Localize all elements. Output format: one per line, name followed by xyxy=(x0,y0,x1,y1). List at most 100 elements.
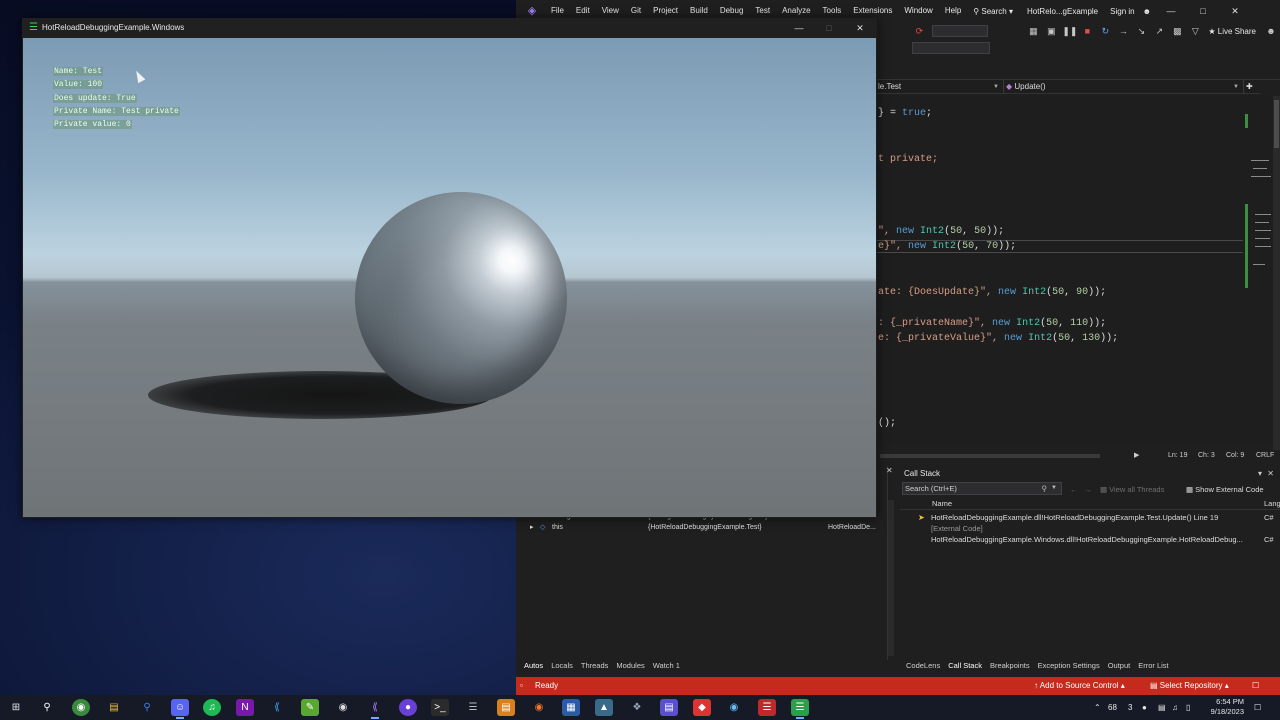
tab-codelens[interactable]: CodeLens xyxy=(902,660,944,672)
live-share-button[interactable]: ★ Live Share xyxy=(1208,27,1256,36)
vscode-icon[interactable]: ⟪ xyxy=(268,699,286,716)
visual-studio-code-app-icon[interactable]: ▤ xyxy=(660,699,678,716)
add-to-source-control-button[interactable]: ↑ Add to Source Control ▴ xyxy=(1034,677,1125,695)
nav-member-dropdown[interactable]: ◆ Update() ▼ xyxy=(1004,80,1244,94)
blender-icon[interactable]: ◉ xyxy=(530,699,548,716)
vs-close-button[interactable]: ✕ xyxy=(1219,6,1251,17)
github-icon[interactable]: ◉ xyxy=(334,699,352,716)
toolbar-more-icon[interactable]: ▽ xyxy=(1188,24,1202,38)
autos-scrollbar[interactable] xyxy=(888,500,894,656)
chevron-down-icon[interactable]: ▼ xyxy=(1051,483,1057,494)
restart-icon[interactable]: ⟳ xyxy=(912,24,926,38)
close-icon[interactable]: ✕ xyxy=(1267,468,1274,480)
editor-vertical-scrollbar[interactable] xyxy=(1273,96,1280,452)
image-viewer-icon[interactable]: ▲ xyxy=(595,699,613,716)
code-minimap[interactable] xyxy=(1243,96,1273,442)
app-minimize-button[interactable]: — xyxy=(784,18,814,38)
start-windows-icon[interactable]: ⊞ xyxy=(7,699,25,716)
column-lang[interactable]: Lang xyxy=(1264,498,1280,510)
call-stack-row[interactable]: HotReloadDebuggingExample.Windows.dll!Ho… xyxy=(900,534,1280,545)
3d-scene-viewport[interactable]: Name: Test Value: 100 Does update: True … xyxy=(23,38,876,517)
tab-breakpoints[interactable]: Breakpoints xyxy=(986,660,1034,672)
expand-icon[interactable]: ▸ xyxy=(530,522,534,533)
editor-horizontal-scrollbar[interactable] xyxy=(880,454,1100,458)
vs-search-button[interactable]: ⚲ Search ▾ xyxy=(967,7,1019,16)
step-icon[interactable]: → xyxy=(1116,24,1130,38)
red-game-app-icon[interactable]: ◆ xyxy=(693,699,711,716)
step-out-icon[interactable]: ↗ xyxy=(1152,24,1166,38)
microphone-icon[interactable]: ● xyxy=(1142,695,1147,720)
view-all-threads-button[interactable]: ▦ View all Threads xyxy=(1100,484,1164,495)
toolbar-dropdown[interactable] xyxy=(932,25,989,37)
onenote-icon[interactable]: N xyxy=(236,699,254,716)
tab-error-list[interactable]: Error List xyxy=(1134,660,1172,672)
tab-autos[interactable]: Autos xyxy=(520,660,547,672)
toolbar-window-icon[interactable]: ▣ xyxy=(1044,24,1058,38)
toolbar-layout-icon[interactable]: ▦ xyxy=(1026,24,1040,38)
pause-icon[interactable]: ❚❚ xyxy=(1062,24,1077,38)
pin-icon[interactable]: ▾ xyxy=(1258,468,1262,480)
app-close-button[interactable]: ✕ xyxy=(845,18,875,38)
notepad-plus-icon[interactable]: ✎ xyxy=(301,699,319,716)
autos-close-icon[interactable]: ✕ xyxy=(886,466,896,478)
search-icon[interactable]: ⚲ xyxy=(1042,483,1048,494)
weather-temp[interactable]: 68 xyxy=(1108,695,1117,720)
menu-window[interactable]: Window xyxy=(898,0,938,22)
maps-icon[interactable]: ⚲ xyxy=(138,699,156,716)
search-icon[interactable]: ⚲ xyxy=(38,699,56,716)
notes-app-icon[interactable]: ▤ xyxy=(497,699,515,716)
call-stack-row[interactable]: ➤ HotReloadDebuggingExample.dll!HotReloa… xyxy=(900,512,1280,523)
volume-icon[interactable]: ♫ xyxy=(1172,695,1178,720)
file-explorer-icon[interactable]: ▤ xyxy=(105,699,123,716)
toolbar-secondary-dropdown[interactable] xyxy=(912,42,990,54)
spotify-icon[interactable]: ♫ xyxy=(203,699,221,716)
call-stack-search-input[interactable]: Search (Ctrl+E) ⚲ ▼ xyxy=(902,482,1062,495)
scroll-right-icon[interactable]: ▶ xyxy=(1134,450,1139,462)
tab-locals[interactable]: Locals xyxy=(547,660,577,672)
taskbar-clock[interactable]: 6:54 PM 9/18/2023 xyxy=(1198,697,1244,717)
stride-game-icon[interactable]: ☰ xyxy=(791,699,809,719)
database-icon[interactable]: ☰ xyxy=(464,699,482,716)
calculator-icon[interactable]: ▦ xyxy=(562,699,580,716)
app-titlebar[interactable]: ☰ HotReloadDebuggingExample.Windows — □ … xyxy=(22,18,877,38)
nav-type-dropdown[interactable]: le.Test ▼ xyxy=(876,80,1004,94)
autos-row[interactable]: ▸ ◇ this {HotReloadDebuggingExample.Test… xyxy=(516,522,888,533)
visual-studio-logo-icon[interactable]: ◈ xyxy=(525,4,539,18)
menu-help[interactable]: Help xyxy=(939,0,967,22)
vs-minimize-button[interactable]: — xyxy=(1155,6,1187,16)
rider-icon[interactable]: ● xyxy=(399,699,417,716)
tab-exception-settings[interactable]: Exception Settings xyxy=(1034,660,1104,672)
vs-maximize-button[interactable]: □ xyxy=(1187,6,1219,16)
tool-app-icon[interactable]: ❖ xyxy=(628,699,646,716)
stride-editor-icon[interactable]: ☰ xyxy=(758,699,776,716)
account-icon[interactable]: ☻ xyxy=(1139,7,1155,16)
nav-forward-icon[interactable]: → xyxy=(1084,484,1092,495)
split-editor-button[interactable]: ✚ xyxy=(1244,80,1260,94)
notification-center-icon[interactable]: ☐ xyxy=(1254,695,1261,720)
steam-icon[interactable]: ◉ xyxy=(725,699,743,716)
step-into-icon[interactable]: ↘ xyxy=(1134,24,1148,38)
notifications-icon[interactable]: ☐ xyxy=(1252,677,1259,695)
battery-icon[interactable]: ▯ xyxy=(1186,695,1190,720)
toolbar-grid-icon[interactable]: ▩ xyxy=(1170,24,1184,38)
tray-overflow-icon[interactable]: ⌃ xyxy=(1094,695,1101,720)
show-external-code-button[interactable]: ▦ Show External Code xyxy=(1186,484,1264,495)
tab-modules[interactable]: Modules xyxy=(612,660,648,672)
feedback-icon[interactable]: ☻ xyxy=(1264,24,1278,38)
tab-output[interactable]: Output xyxy=(1104,660,1135,672)
terminal-icon[interactable]: >_ xyxy=(431,699,449,716)
column-name[interactable]: Name xyxy=(932,498,952,510)
tab-watch-1[interactable]: Watch 1 xyxy=(649,660,684,672)
sign-in-link[interactable]: Sign in xyxy=(1106,7,1138,16)
app-maximize-button[interactable]: □ xyxy=(814,18,844,38)
scrollbar-thumb[interactable] xyxy=(1274,100,1279,148)
call-stack-row[interactable]: [External Code] xyxy=(900,523,1280,534)
discord-icon[interactable]: ☺ xyxy=(171,699,189,719)
chrome-icon[interactable]: ◉ xyxy=(72,699,90,716)
tab-threads[interactable]: Threads xyxy=(577,660,613,672)
stop-icon[interactable]: ■ xyxy=(1080,24,1094,38)
visual-studio-icon[interactable]: ⟪ xyxy=(366,699,384,719)
line-ending[interactable]: CRLF xyxy=(1256,450,1274,462)
nav-back-icon[interactable]: ← xyxy=(1070,484,1078,495)
code-editor[interactable]: } = true; t private; ", new Int2(50, 50)… xyxy=(876,96,1243,442)
